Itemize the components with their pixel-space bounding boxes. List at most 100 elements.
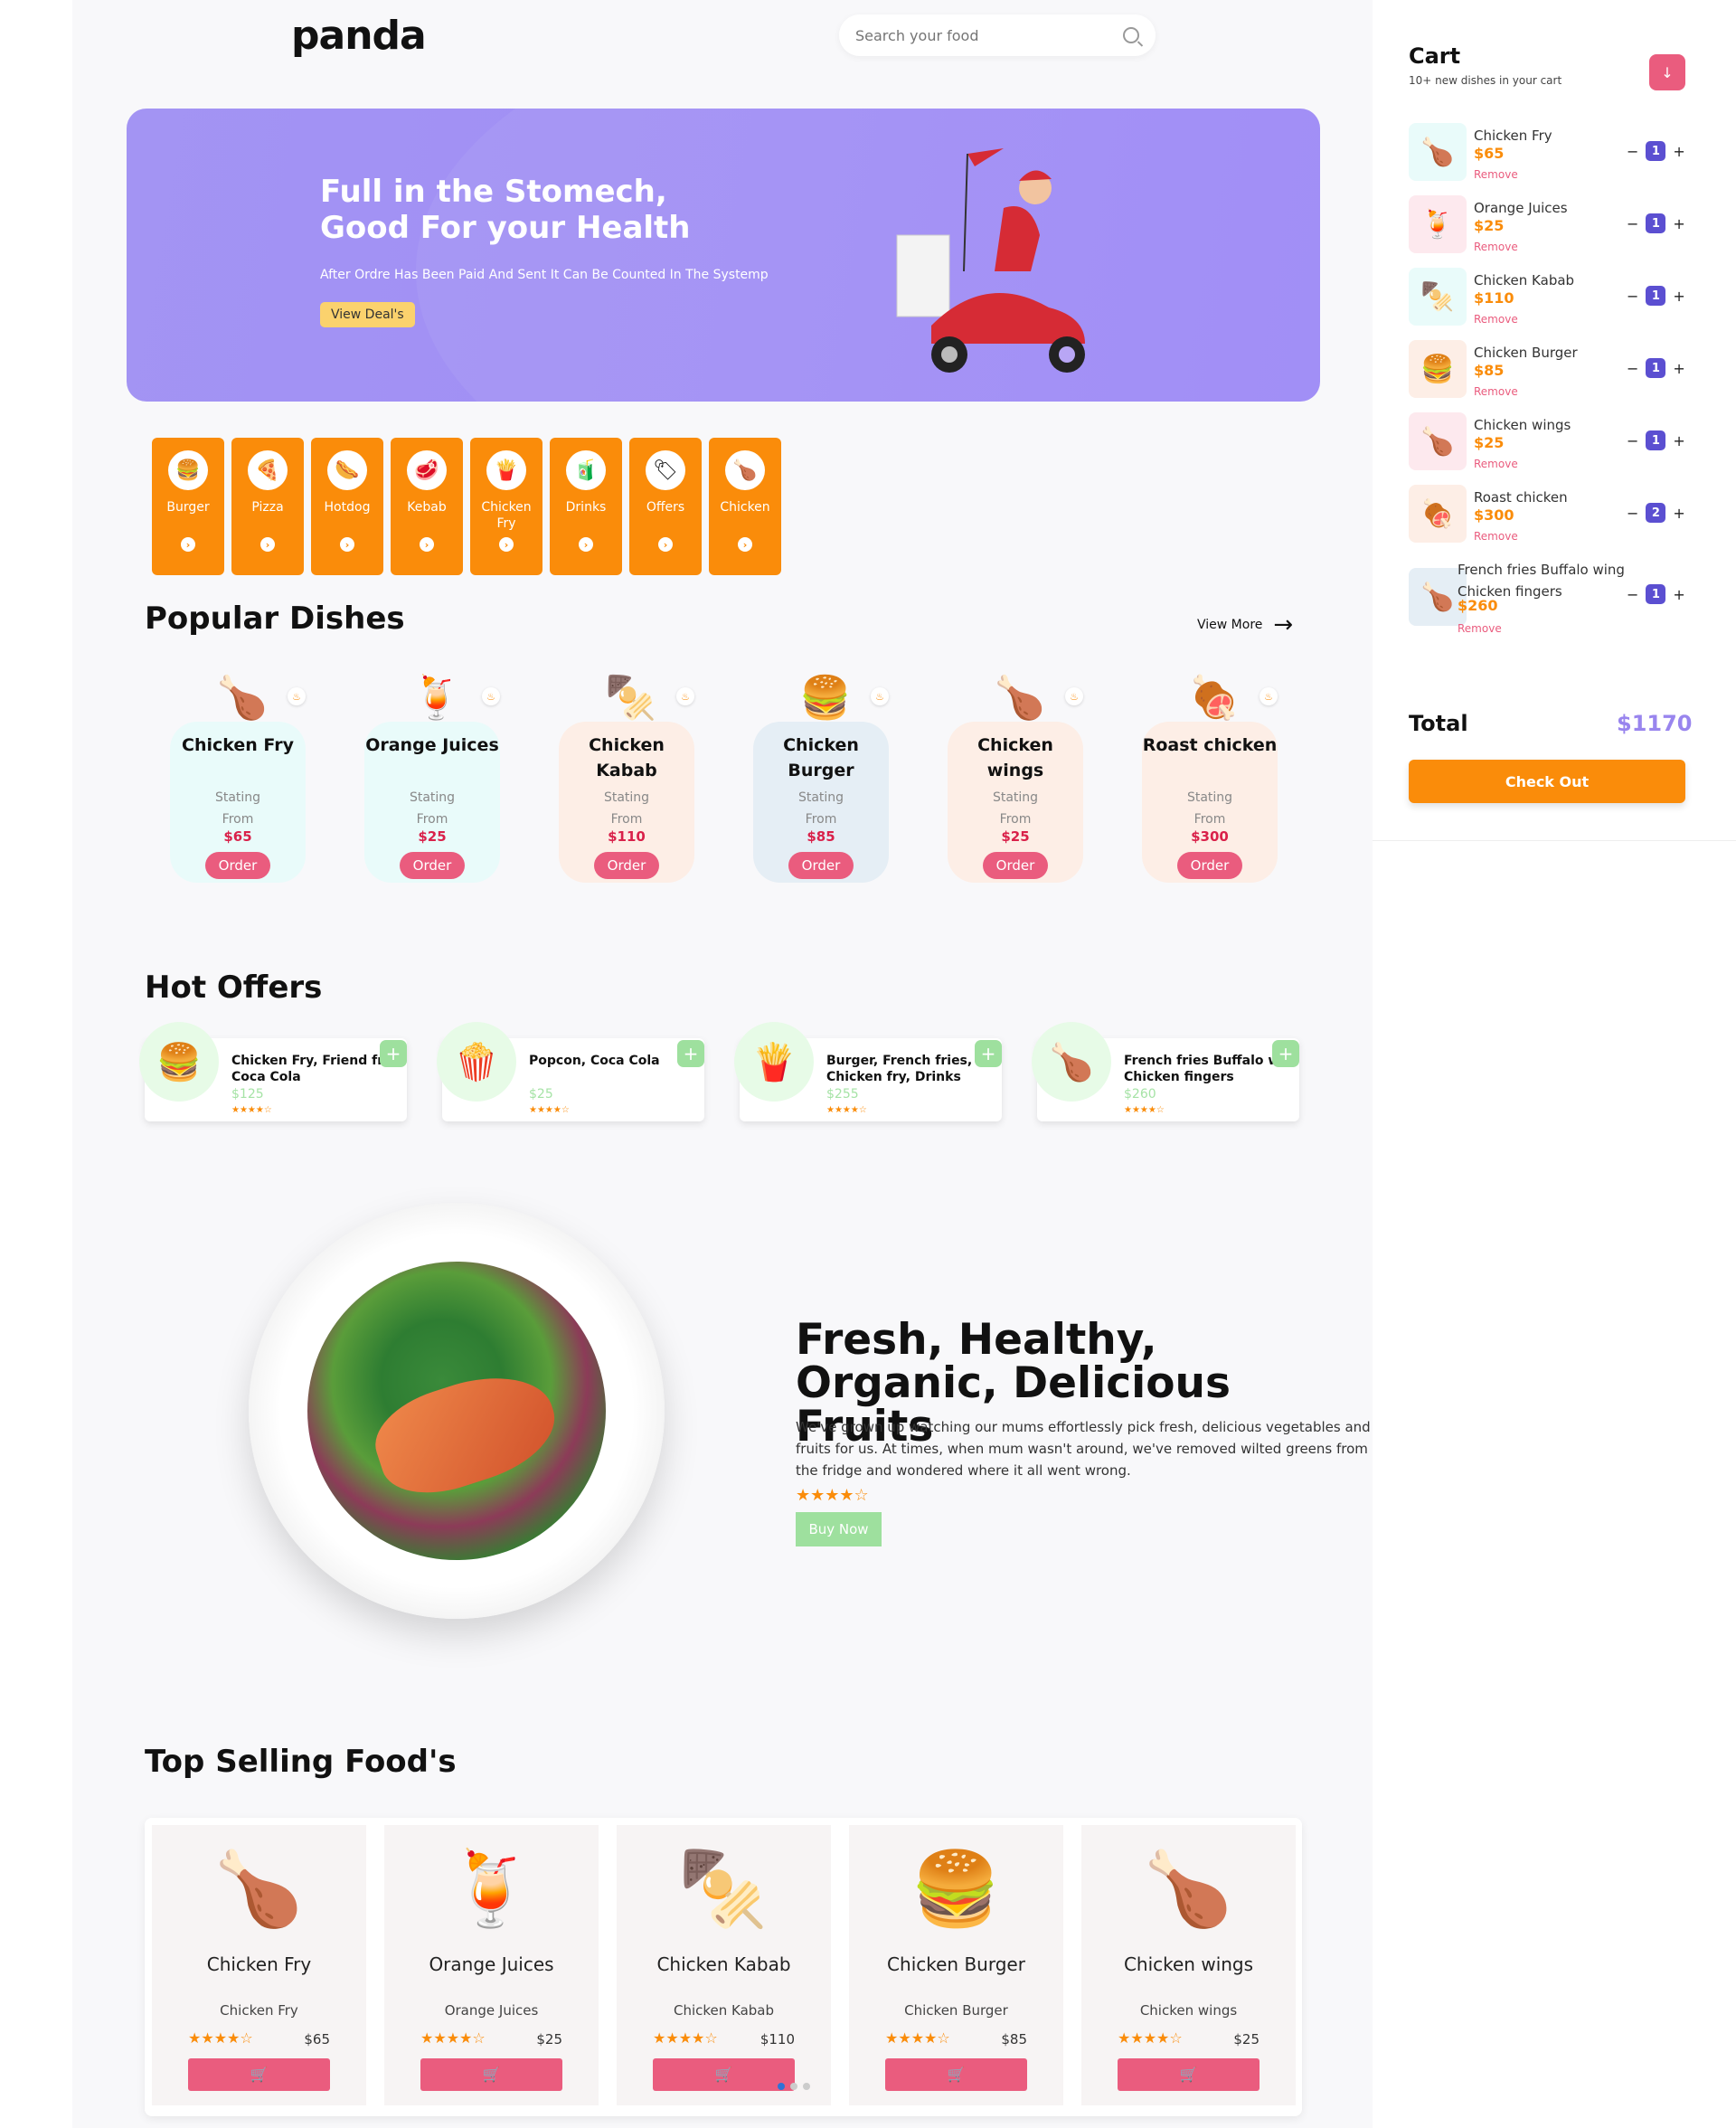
cart-item: 🍗 Chicken Fry $65 Remove −1 + [1409,123,1689,186]
remove-link[interactable]: Remove [1458,622,1502,635]
checkout-button[interactable]: Check Out [1409,760,1685,803]
order-button[interactable]: Order [788,852,854,879]
cart-item-image-icon: 🍗 [1409,412,1467,470]
add-icon[interactable]: + [677,1040,704,1067]
search-icon[interactable] [1123,27,1139,43]
view-more-link[interactable]: View More → [1197,611,1293,638]
buy-now-button[interactable]: Buy Now [796,1512,882,1546]
minus-icon[interactable]: − [1627,432,1638,449]
search-input[interactable] [855,26,1123,44]
food-price: $110 [760,2031,795,2048]
minus-icon[interactable]: − [1627,288,1638,305]
remove-link[interactable]: Remove [1474,168,1518,181]
flame-icon: ♨ [676,687,694,705]
cart-item-price: $65 [1474,145,1505,162]
carousel-dots[interactable] [778,2083,810,2090]
offer-card: 🍟 Burger, French fries, Chicken fry, Drink… [734,1022,1002,1121]
dish-card: 🍗 ♨ Chicken wings Stating From $25 Order [948,667,1083,883]
order-button[interactable]: Order [205,852,270,879]
search-bar[interactable] [839,14,1156,56]
category-burger[interactable]: 🍔 Burger › [152,438,224,575]
dish-card: 🍔 ♨ Chicken Burger Stating From $85 Order [753,667,889,883]
minus-icon[interactable]: − [1627,360,1638,377]
quantity-value: 1 [1646,286,1666,306]
add-to-cart-button[interactable]: 🛒 [653,2058,795,2091]
chevron-right-icon[interactable]: › [579,537,593,552]
category-chicken[interactable]: 🍗 Chicken › [709,438,781,575]
category-label: Chicken Fry [481,500,532,531]
category-hotdog[interactable]: 🌭 Hotdog › [311,438,383,575]
remove-link[interactable]: Remove [1474,385,1518,398]
category-drinks[interactable]: 🧃 Drinks › [550,438,622,575]
drink-icon: 🧃 [566,450,606,490]
quantity-stepper: −1 + [1627,141,1685,161]
view-deals-button[interactable]: View Deal's [320,302,415,327]
fresh-text: We've grown up watching our mums effortl… [796,1419,1371,1479]
chevron-right-icon[interactable]: › [420,537,434,552]
total-value: $1170 [1617,711,1693,736]
food-price: $25 [536,2031,562,2048]
category-pizza[interactable]: 🍕 Pizza › [231,438,304,575]
food-card: 🍗 Chicken wings Chicken wings ★★★★☆ $25 🛒 [1081,1825,1296,2105]
category-label: Offers [646,500,685,515]
download-icon[interactable]: ↓ [1649,54,1685,90]
add-to-cart-button[interactable]: 🛒 [188,2058,330,2091]
plus-icon[interactable]: + [1673,432,1684,449]
add-icon[interactable]: + [975,1040,1002,1067]
dish-image-icon: 🍗 [994,672,1046,722]
plus-icon[interactable]: + [1673,215,1684,232]
logo[interactable]: panda [291,13,427,59]
chevron-right-icon[interactable]: › [738,537,752,552]
category-kebab[interactable]: 🥩 Kebab › [391,438,463,575]
food-name: Chicken Burger [887,1953,1025,1975]
cart-icon: 🛒 [250,2067,269,2083]
add-icon[interactable]: + [380,1040,407,1067]
remove-link[interactable]: Remove [1474,241,1518,253]
remove-link[interactable]: Remove [1474,458,1518,470]
order-button[interactable]: Order [983,852,1048,879]
offer-price: $125 [231,1087,264,1102]
quantity-value: 1 [1646,213,1666,233]
dish-image-icon: 🍖 [1188,672,1241,722]
category-offers[interactable]: 🏷 Offers › [629,438,702,575]
chevron-right-icon[interactable]: › [340,537,354,552]
chevron-right-icon[interactable]: › [181,537,195,552]
add-icon[interactable]: + [1272,1040,1299,1067]
pizza-icon: 🍕 [248,450,288,490]
plus-icon[interactable]: + [1673,505,1684,522]
rating-stars: ★★★★☆ [1124,1105,1165,1115]
chevron-right-icon[interactable]: › [499,537,514,552]
order-button[interactable]: Order [1177,852,1242,879]
category-list: 🍔 Burger › 🍕 Pizza › 🌭 Hotdog › 🥩 Kebab › 🍟 Chick… [152,438,781,575]
cart-item-price: $25 [1474,434,1505,451]
minus-icon[interactable]: − [1627,143,1638,160]
minus-icon[interactable]: − [1627,505,1638,522]
add-to-cart-button[interactable]: 🛒 [885,2058,1027,2091]
plus-icon[interactable]: + [1673,586,1684,603]
minus-icon[interactable]: − [1627,586,1638,603]
plus-icon[interactable]: + [1673,143,1684,160]
dish-image-icon: 🍗 [216,672,269,722]
minus-icon[interactable]: − [1627,215,1638,232]
plus-icon[interactable]: + [1673,288,1684,305]
add-to-cart-button[interactable]: 🛒 [1118,2058,1260,2091]
add-to-cart-button[interactable]: 🛒 [420,2058,562,2091]
order-button[interactable]: Order [594,852,659,879]
view-more-label: View More [1197,618,1263,632]
plus-icon[interactable]: + [1673,360,1684,377]
hotdog-icon: 🌭 [327,450,367,490]
chevron-right-icon[interactable]: › [658,537,673,552]
food-name: Chicken Kabab [656,1953,791,1975]
remove-link[interactable]: Remove [1474,530,1518,543]
chevron-right-icon[interactable]: › [260,537,275,552]
category-chicken-fry[interactable]: 🍟 Chicken Fry › [470,438,542,575]
cart-title: Cart [1409,43,1461,69]
cart-panel: Cart 10+ new dishes in your cart ↓ 🍗 Chic… [1373,0,1736,841]
order-button[interactable]: Order [400,852,465,879]
remove-link[interactable]: Remove [1474,313,1518,326]
cart-item-name: Chicken Fry [1474,128,1552,144]
hero-banner: Full in the Stomech, Good For your Healt… [127,109,1320,402]
cart-item-name: Chicken Kabab [1474,272,1575,288]
dish-card: 🍹 ♨ Orange Juices Stating From $25 Order [364,667,500,883]
main-content: panda Full in the Stomech, Good For your… [72,0,1373,2128]
